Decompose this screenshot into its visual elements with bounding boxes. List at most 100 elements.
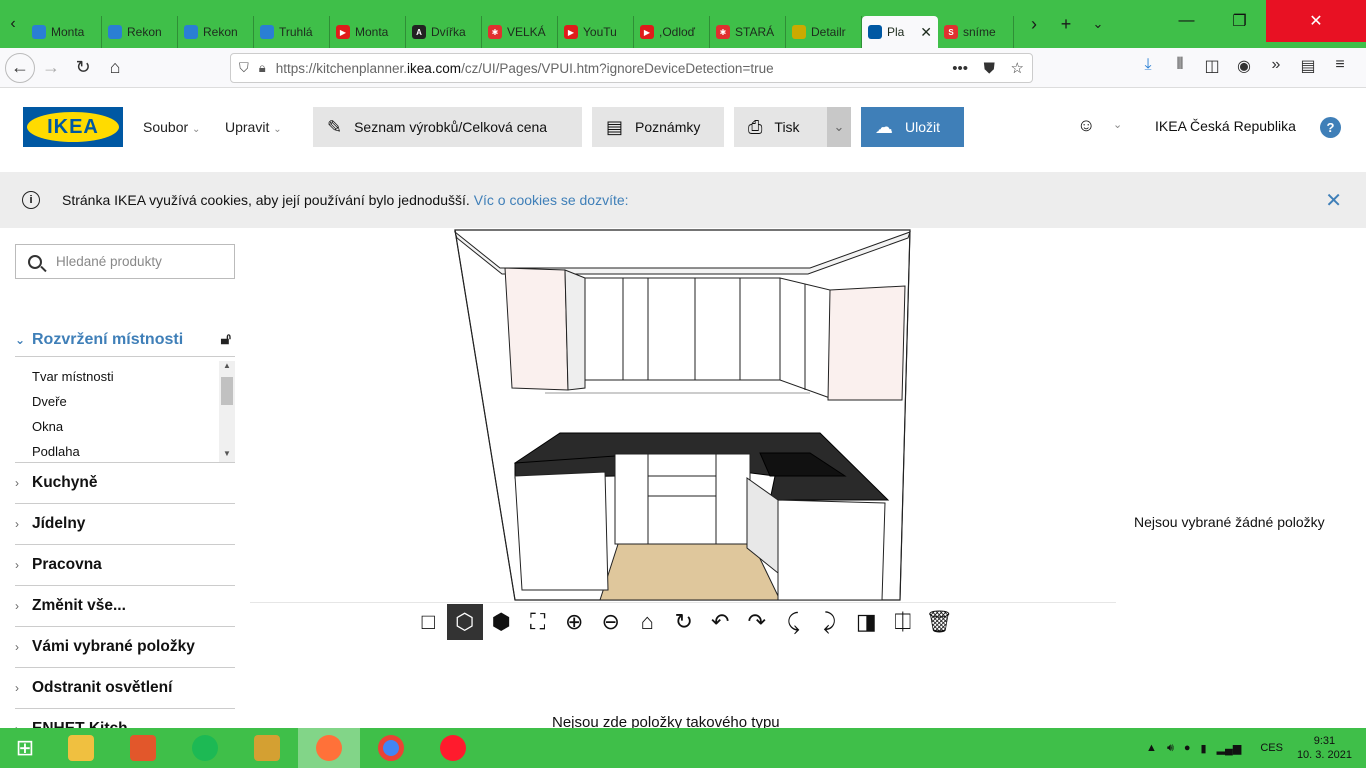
edit-menu[interactable]: Upravit ⌄ [225, 119, 282, 135]
kitchen-render[interactable] [250, 228, 1116, 603]
rotate-right-icon[interactable]: ↷ [739, 604, 776, 640]
lock-icon[interactable]: 🔒︎ [259, 60, 266, 76]
language-indicator[interactable]: CES [1260, 742, 1283, 754]
file-menu[interactable]: Soubor ⌄ [143, 119, 200, 135]
scroll-down-icon[interactable]: ▼ [219, 449, 235, 462]
tabs-scroll-left-icon[interactable]: ‹ [0, 0, 26, 48]
page-actions-icon[interactable]: ••• [952, 60, 968, 77]
user-menu-chevron-icon[interactable]: ⌄ [1113, 118, 1122, 131]
browser-tab[interactable]: ✱ STARÁ [710, 16, 786, 48]
2d-view-icon[interactable]: □ [410, 604, 447, 640]
save-button[interactable]: ☁ Uložit [861, 107, 964, 147]
print-button[interactable]: ⎙ Tisk [734, 107, 827, 147]
browser-tab[interactable]: Rekon [102, 16, 178, 48]
scrollbar[interactable]: ▲ ▼ [219, 361, 235, 462]
browser-tab[interactable]: Truhlá [254, 16, 330, 48]
tray-up-icon[interactable]: ▲ [1146, 742, 1157, 754]
zoom-out-icon[interactable]: ⊖ [593, 604, 630, 640]
extension-icon[interactable]: ▤ [1292, 56, 1324, 76]
file-explorer-icon[interactable] [50, 728, 112, 768]
browser-tab[interactable]: Pla ✕ [862, 16, 938, 48]
cookie-link[interactable]: Víc o cookies se dozvíte: [474, 192, 629, 208]
product-list-button[interactable]: ✎ Seznam výrobků/Celková cena [313, 107, 582, 147]
pocket-icon[interactable]: ⛊ [984, 60, 995, 77]
browser-tab[interactable]: ✱ VELKÁ [482, 16, 558, 48]
rotate-left-icon[interactable]: ↶ [702, 604, 739, 640]
notes-button[interactable]: ▤ Poznámky [592, 107, 724, 147]
browser-tab[interactable]: Monta [26, 16, 102, 48]
new-tab-icon[interactable]: + [1050, 14, 1082, 35]
kitchen-3d-view[interactable]: □ ⬡ ⬢ ⛶ ⊕ ⊖ ⌂ ↻ ↶ ↷ ⤹ ⤸ ◨ ⎅ 🗑︎ Nejsou zd… [250, 228, 1116, 731]
tilt-down-icon[interactable]: ⤸ [812, 604, 849, 640]
shield-icon[interactable]: ⛉ [239, 60, 249, 76]
browser-tab[interactable]: Detailr [786, 16, 862, 48]
scroll-up-icon[interactable]: ▲ [219, 361, 235, 375]
room-layout-item[interactable]: Tvar místnosti [15, 364, 235, 389]
browser-tab[interactable]: ▶ ,Odloď [634, 16, 710, 48]
notes-app-icon[interactable] [236, 728, 298, 768]
rotate-icon[interactable]: ↻ [666, 604, 703, 640]
browser-tab[interactable]: Rekon [178, 16, 254, 48]
volume-icon[interactable]: 🔊︎ [1167, 742, 1174, 755]
opera-icon[interactable] [422, 728, 484, 768]
country-label[interactable]: IKEA Česká Republika [1155, 118, 1296, 134]
scroll-thumb[interactable] [221, 377, 233, 405]
window-close-icon[interactable]: ✕ [1266, 0, 1366, 42]
more-tools-icon[interactable]: » [1260, 56, 1292, 76]
downloads-icon[interactable]: ⤓ [1132, 56, 1164, 76]
section-room-layout[interactable]: ⌄ Rozvržení místnosti 🔓︎ [15, 323, 235, 357]
3d-view-icon[interactable]: ⬡ [446, 604, 483, 640]
photos-icon[interactable] [112, 728, 174, 768]
restore-icon[interactable]: ❐ [1213, 0, 1266, 42]
room-view-icon[interactable]: ⎅ [885, 604, 922, 640]
bookmark-star-icon[interactable]: ☆ [1011, 60, 1024, 77]
battery-icon[interactable]: ▮ [1201, 742, 1207, 755]
sidebar-category[interactable]: › Změnit vše... [15, 586, 235, 627]
tab-list-icon[interactable]: ⌄ [1082, 16, 1114, 32]
browser-tab[interactable]: A Dvířka [406, 16, 482, 48]
tabs-scroll-right-icon[interactable]: › [1018, 14, 1050, 35]
minimize-icon[interactable]: — [1160, 0, 1213, 42]
room-layout-item[interactable]: Podlaha [15, 439, 235, 462]
home-view-icon[interactable]: ⌂ [629, 604, 666, 640]
clock[interactable]: 9:31 10. 3. 2021 [1297, 734, 1352, 762]
url-bar[interactable]: ⛉ 🔒︎ https://kitchenplanner.ikea.com/cz/… [230, 53, 1033, 83]
library-icon[interactable]: ⫴ [1164, 56, 1196, 76]
reload-icon[interactable]: ↻ [67, 52, 99, 84]
unlock-icon[interactable]: 🔓︎ [221, 331, 231, 349]
weather-icon[interactable]: ● [1184, 742, 1191, 754]
windows-start-icon[interactable]: ⊞ [0, 728, 50, 768]
wall-view-icon[interactable]: ◨ [848, 604, 885, 640]
sidebar-category[interactable]: › Kuchyně [15, 463, 235, 504]
chrome-icon[interactable] [360, 728, 422, 768]
sidebar-icon[interactable]: ◫ [1196, 56, 1228, 76]
cookie-close-icon[interactable]: ✕ [1325, 188, 1342, 213]
tab-close-icon[interactable]: ✕ [920, 24, 932, 41]
spotify-icon[interactable] [174, 728, 236, 768]
sidebar-category[interactable]: › Odstranit osvětlení [15, 668, 235, 709]
browser-tab[interactable]: ▶ Monta [330, 16, 406, 48]
network-icon[interactable]: ▂▄▆ [1217, 742, 1242, 755]
browser-tab[interactable]: ▶ YouTu [558, 16, 634, 48]
firefox-icon[interactable] [298, 728, 360, 768]
product-search-input[interactable]: Hledané produkty [15, 244, 235, 279]
forward-icon[interactable]: → [35, 52, 67, 84]
sidebar-category[interactable]: › Pracovna [15, 545, 235, 586]
room-layout-item[interactable]: Okna [15, 414, 235, 439]
ikea-logo[interactable]: IKEA [23, 107, 123, 147]
3d-solid-view-icon[interactable]: ⬢ [483, 604, 520, 640]
browser-tab[interactable]: Ssníme [938, 16, 1014, 48]
home-icon[interactable]: ⌂ [99, 52, 131, 84]
user-icon[interactable]: ☺ [1077, 115, 1095, 136]
url-text[interactable]: https://kitchenplanner.ikea.com/cz/UI/Pa… [276, 61, 941, 76]
tilt-up-icon[interactable]: ⤹ [775, 604, 812, 640]
account-icon[interactable]: ◉ [1228, 56, 1260, 76]
zoom-fit-icon[interactable]: ⛶ [520, 604, 557, 640]
sidebar-category[interactable]: › Jídelny [15, 504, 235, 545]
menu-icon[interactable]: ≡ [1324, 56, 1356, 76]
delete-icon[interactable]: 🗑︎ [921, 604, 958, 640]
sidebar-category[interactable]: › Vámi vybrané položky [15, 627, 235, 668]
zoom-in-icon[interactable]: ⊕ [556, 604, 593, 640]
back-icon[interactable]: ← [5, 52, 35, 83]
print-dropdown-icon[interactable]: ⌄ [827, 107, 851, 147]
